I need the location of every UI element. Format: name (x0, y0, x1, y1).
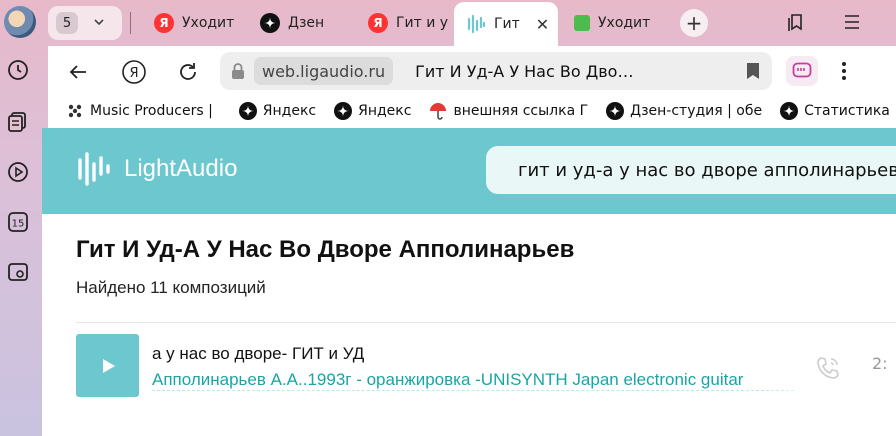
track-duration: 2: (872, 354, 888, 373)
tab-label: Дзен (288, 15, 325, 31)
browser-chrome: Я web.ligaudio.ru Гит И Уд-А У Нас Во Дв… (48, 46, 896, 128)
phone-ringtone-icon[interactable] (814, 354, 842, 382)
video-play-icon[interactable] (6, 160, 30, 184)
yandex-home-icon[interactable]: Я (120, 58, 148, 86)
bookmark-item[interactable]: Статистика (780, 102, 890, 120)
bookmark-label: Яндекс (358, 103, 412, 119)
tab-separator (130, 12, 131, 34)
play-icon (102, 358, 115, 373)
collections-icon[interactable] (6, 110, 30, 134)
track-artist-link[interactable]: Апполинарьев А.А..1993г - оранжировка -U… (152, 370, 794, 391)
dots-icon (66, 102, 84, 120)
yandex-icon: Я (368, 13, 388, 33)
reload-icon[interactable] (174, 58, 202, 86)
bookmark-label: внешняя ссылка Г (453, 103, 589, 119)
svg-text:Я: Я (129, 66, 138, 81)
track-row[interactable]: а у нас во дворе- ГИТ и УД Апполинарьев … (76, 334, 896, 398)
site-header: LightAudio гит и уд-а у нас во дворе апп… (42, 128, 896, 214)
bookmark-icon[interactable] (744, 61, 762, 81)
green-square-icon (574, 15, 590, 31)
bookmark-label: Яндекс (262, 103, 317, 119)
address-bar-page-title: Гит И Уд-А У Нас Во Дво… (415, 61, 634, 81)
bookmark-item[interactable]: Дзен-студия | обе (606, 102, 762, 120)
tab-count: 5 (56, 12, 78, 34)
lock-icon (232, 63, 244, 79)
bookmarks-bar: Music Producers | Яндекс Яндекс внешняя … (48, 96, 896, 126)
page-title: Гит И Уд-А У Нас Во Дворе Апполинарьев (76, 236, 575, 263)
divider (76, 322, 896, 323)
logo-text: LightAudio (124, 155, 238, 182)
tab-label: Уходит (182, 15, 235, 31)
screenshot-icon[interactable] (6, 260, 30, 284)
chevron-down-icon (92, 14, 106, 33)
lightaudio-logo-icon (78, 152, 110, 186)
close-icon[interactable]: ✕ (536, 15, 549, 34)
tab-label: Уходит (598, 15, 651, 31)
dzen-icon (260, 13, 280, 33)
back-arrow-icon[interactable] (64, 58, 92, 86)
tab-4-active[interactable]: Гит ✕ (454, 2, 558, 46)
yandex-icon: Я (154, 13, 174, 33)
dzen-icon (780, 102, 799, 120)
bookmark-item[interactable]: Music Producers | (66, 102, 213, 120)
calendar-icon[interactable]: 15 (6, 210, 30, 234)
dzen-icon (334, 102, 353, 120)
bookmark-label: Music Producers | (90, 103, 213, 119)
tab-2[interactable]: Дзен (248, 4, 356, 42)
new-tab-button[interactable]: + (680, 9, 708, 37)
profile-avatar[interactable] (4, 6, 36, 38)
site-logo[interactable]: LightAudio (76, 150, 237, 188)
alice-chat-icon[interactable] (786, 56, 818, 86)
address-bar[interactable]: web.ligaudio.ru Гит И Уд-А У Нас Во Дво… (220, 52, 772, 90)
history-icon[interactable] (6, 58, 30, 82)
dzen-icon (238, 102, 257, 120)
tab-counter-button[interactable]: 5 (48, 6, 122, 40)
tab-3[interactable]: Я Гит и у (356, 4, 454, 42)
bookmark-item[interactable]: внешняя ссылка Г (429, 102, 588, 120)
svg-text:15: 15 (12, 219, 25, 230)
hamburger-menu-icon[interactable] (840, 10, 864, 34)
browser-sidebar: 15 (0, 0, 48, 436)
tab-label: Гит и у (396, 15, 449, 31)
bookmarks-manager-icon[interactable] (784, 10, 808, 34)
lightaudio-icon (466, 14, 486, 34)
play-button[interactable] (76, 334, 139, 397)
dzen-icon (606, 102, 625, 120)
tab-5[interactable]: Уходит (562, 4, 668, 42)
navigation-bar: Я web.ligaudio.ru Гит И Уд-А У Нас Во Дв… (48, 46, 896, 96)
tab-label: Гит (494, 16, 520, 32)
results-count: Найдено 11 композиций (76, 278, 266, 297)
bookmark-label: Дзен-студия | обе (630, 103, 763, 119)
tab-1[interactable]: Я Уходит (142, 4, 248, 42)
web-page: LightAudio гит и уд-а у нас во дворе апп… (42, 128, 896, 436)
search-input[interactable]: гит и уд-а у нас во дворе апполинарьев (486, 146, 896, 194)
url-domain[interactable]: web.ligaudio.ru (254, 57, 394, 85)
tab-strip: 5 Я Уходит Дзен Я Гит и у Гит ✕ Уходит + (48, 0, 896, 46)
track-title: а у нас во дворе- ГИТ и УД (152, 344, 365, 363)
bookmark-label: Статистика (804, 103, 890, 119)
umbrella-icon (429, 102, 447, 120)
bookmark-item[interactable]: Яндекс (238, 102, 317, 120)
bookmark-item[interactable]: Яндекс (334, 102, 411, 120)
more-menu-icon[interactable] (834, 60, 854, 82)
